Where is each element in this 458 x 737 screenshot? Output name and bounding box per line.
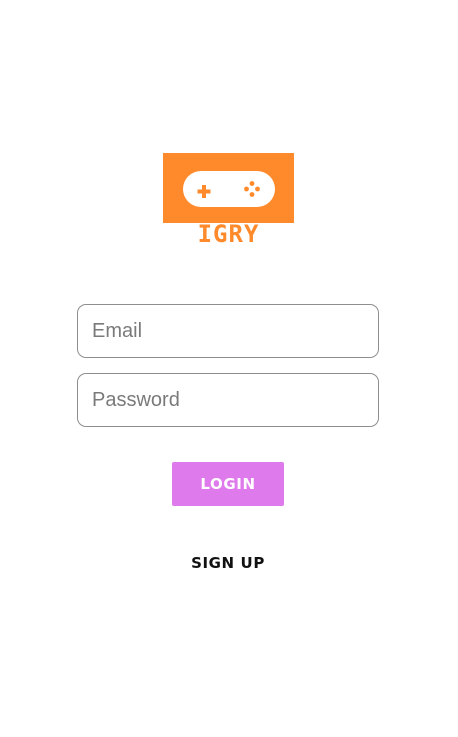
- signup-button[interactable]: SIGN UP: [170, 549, 286, 577]
- logo-text: IGRY: [198, 220, 260, 245]
- login-button[interactable]: LOGIN: [172, 462, 284, 506]
- gamepad-icon: IGRY: [163, 153, 294, 245]
- password-field[interactable]: [77, 373, 379, 427]
- email-field[interactable]: [77, 304, 379, 358]
- app-logo: IGRY: [163, 153, 294, 245]
